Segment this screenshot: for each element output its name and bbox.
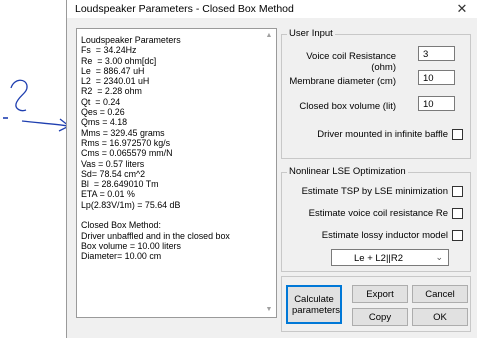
result-line: Driver unbaffled and in the closed box xyxy=(81,230,230,241)
estimate-lossy-label: Estimate lossy inductor model xyxy=(321,230,448,241)
result-line: Vas = 0.57 liters xyxy=(81,158,145,169)
result-line: Le = 886.47 uH xyxy=(81,65,145,76)
result-line: Qms = 4.18 xyxy=(81,117,128,128)
estimate-tsp-label: Estimate TSP by LSE minimization xyxy=(301,186,448,197)
result-line: R2 = 2.28 ohm xyxy=(81,86,142,97)
user-input-title: User Input xyxy=(287,28,335,39)
handwritten-annotation xyxy=(3,79,70,132)
result-line: ETA = 0.01 % xyxy=(81,189,135,200)
scroll-up-icon[interactable]: ▲ xyxy=(265,32,273,40)
copy-button[interactable]: Copy xyxy=(352,308,408,326)
results-text: Loudspeaker Parameters Fs = 34.24Hz Re = 3… xyxy=(81,35,230,262)
membrane-label: Membrane diameter (cm) xyxy=(289,76,396,87)
result-line: Qt = 0.24 xyxy=(81,96,121,107)
ok-button[interactable]: OK xyxy=(412,308,468,326)
result-line: Diameter= 10.00 cm xyxy=(81,251,162,262)
voice-coil-label: Voice coil Resistance (ohm) xyxy=(306,51,396,73)
result-line: Loudspeaker Parameters xyxy=(81,35,181,45)
result-line: Fs = 34.24Hz xyxy=(81,45,137,56)
result-line: Bl = 28.649010 Tm xyxy=(81,179,159,190)
question-mark-stroke xyxy=(10,79,28,112)
user-input-group: User Input Voice coil Resistance (ohm) M… xyxy=(281,28,471,159)
box-volume-label: Closed box volume (lit) xyxy=(299,101,396,112)
estimate-re-checkbox[interactable] xyxy=(452,208,463,219)
cancel-button[interactable]: Cancel xyxy=(412,285,468,303)
result-line: Mms = 329.45 grams xyxy=(81,127,165,138)
calculate-parameters-button[interactable]: Calculate parameters xyxy=(286,285,342,324)
result-line: Re = 3.00 ohm[dc] xyxy=(81,55,157,66)
title-bar: Loudspeaker Parameters - Closed Box Meth… xyxy=(67,0,477,18)
nonlinear-lse-title: Nonlinear LSE Optimization xyxy=(287,166,408,177)
window-title: Loudspeaker Parameters - Closed Box Meth… xyxy=(75,3,294,15)
result-line: Lp(2.83V/1m) = 75.64 dB xyxy=(81,199,181,210)
nonlinear-lse-group: Nonlinear LSE Optimization Estimate TSP … xyxy=(281,166,471,272)
box-volume-input[interactable] xyxy=(418,96,455,111)
closed-box-dialog: Loudspeaker Parameters - Closed Box Meth… xyxy=(66,0,477,338)
inductor-model-select[interactable]: Le + L2||R2 ⌄ xyxy=(331,249,449,266)
estimate-re-label: Estimate voice coil resistance Re xyxy=(308,208,448,219)
result-line: Rms = 16.972570 kg/s xyxy=(81,137,171,148)
calculate-parameters-label: Calculate parameters xyxy=(292,293,341,316)
infinite-baffle-label: Driver mounted in infinite baffle xyxy=(317,129,448,140)
infinite-baffle-checkbox[interactable] xyxy=(452,129,463,140)
results-text-area[interactable]: Loudspeaker Parameters Fs = 34.24Hz Re = 3… xyxy=(76,28,277,318)
membrane-input[interactable] xyxy=(418,70,455,85)
scroll-down-icon[interactable]: ▼ xyxy=(265,306,273,314)
result-line: Cms = 0.065579 mm/N xyxy=(81,148,173,159)
result-line: Box volume = 10.00 liters xyxy=(81,240,181,251)
voice-coil-input[interactable] xyxy=(418,46,455,61)
chevron-down-icon: ⌄ xyxy=(435,252,443,262)
close-icon[interactable]: ✕ xyxy=(450,0,474,18)
result-line: L2 = 2340.01 uH xyxy=(81,76,150,87)
arrow-shaft xyxy=(21,120,69,127)
result-line: Sd= 78.54 cm^2 xyxy=(81,168,146,179)
result-line: Closed Box Method: xyxy=(81,220,161,231)
result-line: Qes = 0.26 xyxy=(81,107,125,118)
results-scrollbar[interactable]: ▲ ▼ xyxy=(262,29,276,317)
result-line xyxy=(81,210,230,220)
estimate-tsp-checkbox[interactable] xyxy=(452,186,463,197)
inductor-model-value: Le + L2||R2 xyxy=(354,253,404,264)
export-button[interactable]: Export xyxy=(352,285,408,303)
estimate-lossy-checkbox[interactable] xyxy=(452,230,463,241)
